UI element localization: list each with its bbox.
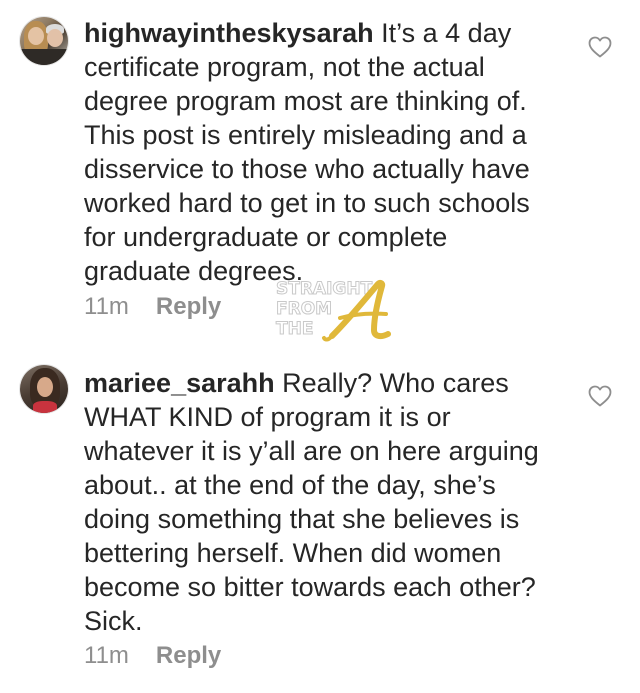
comment-meta: 11m Reply [84,642,221,670]
comment-meta: 11m Reply [84,293,221,321]
heart-outline-icon[interactable] [588,385,612,407]
heart-outline-icon[interactable] [588,36,612,58]
comment-text: It’s a 4 day certificate program, not th… [84,18,530,286]
watermark-a-icon [322,279,391,342]
comment-text: Really? Who cares WHAT KIND of program i… [84,368,539,636]
watermark-line: THE [275,319,314,339]
reply-button[interactable]: Reply [156,293,221,321]
profile-photo-icon [20,365,68,413]
watermark-logo: STRAIGHT FROM THE [270,278,420,348]
avatar[interactable] [19,364,69,414]
comment-body: highwayintheskysarah It’s a 4 day certif… [84,16,554,288]
comment-time: 11m [84,642,129,669]
comment-username[interactable]: highwayintheskysarah [84,18,374,48]
comment-body: mariee_sarahh Really? Who cares WHAT KIN… [84,366,554,638]
comment-time: 11m [84,293,129,320]
avatar[interactable] [19,16,69,66]
reply-button[interactable]: Reply [156,642,221,670]
profile-photo-icon [20,17,68,65]
comment-username[interactable]: mariee_sarahh [84,368,275,398]
watermark-line: FROM [275,299,333,319]
